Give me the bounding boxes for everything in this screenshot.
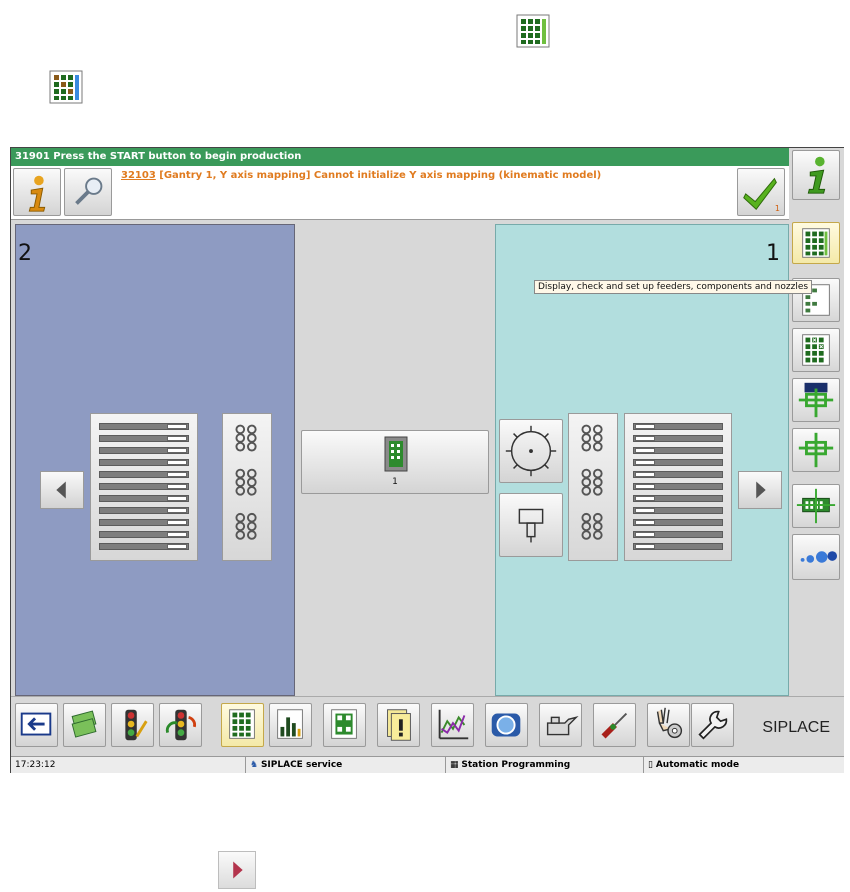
scroll-left-button[interactable]	[40, 471, 84, 509]
footer-status-bar: 17:23:12 ♞ SIPLACE service ▦ Station Pro…	[11, 756, 844, 773]
info-icon	[28, 175, 46, 212]
user-field[interactable]: ♞ SIPLACE service	[245, 757, 443, 773]
arrow-right-icon	[233, 861, 243, 879]
bar-chart-button[interactable]	[269, 703, 312, 747]
feeder-grid-icon	[229, 709, 255, 739]
status-bar: 31901 Press the START button to begin pr…	[11, 148, 789, 166]
traffic-light-button[interactable]	[111, 703, 154, 747]
right-sidebar	[789, 148, 844, 696]
station-2-panel: 2	[15, 224, 295, 696]
info-icon	[807, 156, 826, 194]
nozzle-changer-icon	[581, 424, 603, 540]
side-info-button[interactable]	[792, 150, 840, 200]
side-pcb-button[interactable]	[792, 484, 840, 528]
arrow-right-icon	[756, 481, 766, 499]
bar-chart-icon	[277, 709, 303, 739]
nozzle-tool-button[interactable]	[499, 493, 563, 557]
pickup-icon	[798, 432, 834, 468]
alert-document-button[interactable]	[377, 703, 420, 747]
mode-icon: ▯	[648, 760, 653, 770]
pcb-board-button[interactable]	[323, 703, 366, 747]
graph-button[interactable]	[431, 703, 474, 747]
nozzle-changer-icon	[235, 424, 257, 540]
nozzle-changer-right[interactable]	[568, 413, 618, 561]
brand-label: SIPLACE	[762, 719, 830, 736]
traffic-light-icon	[125, 709, 148, 741]
message-code-link[interactable]: 32103	[121, 170, 156, 181]
oil-can-icon	[546, 716, 579, 736]
clock: 17:23:12	[15, 760, 56, 770]
station-field[interactable]: ▦ Station Programming	[445, 757, 643, 773]
arrow-left-icon	[56, 481, 66, 499]
message-text[interactable]: 32103 [Gantry 1, Y axis mapping] Cannot …	[121, 170, 601, 181]
settings-hand-button[interactable]	[647, 703, 690, 747]
wrench-icon	[698, 710, 728, 740]
mode-field[interactable]: ▯ Automatic mode	[643, 757, 843, 773]
traffic-light-refresh-button[interactable]	[159, 703, 202, 747]
pcb-icon	[796, 488, 836, 524]
side-pickup-button[interactable]	[792, 428, 840, 472]
revolver-head-icon	[505, 425, 557, 477]
message-area: 32103 [Gantry 1, Y axis mapping] Cannot …	[11, 166, 789, 220]
side-gantry-head-button[interactable]	[792, 378, 840, 422]
side-feeder-setup-button[interactable]	[792, 222, 840, 264]
next-arrow-button[interactable]	[218, 851, 256, 889]
screwdriver-button[interactable]	[593, 703, 636, 747]
nozzle-changer-left[interactable]	[222, 413, 272, 561]
exit-icon	[20, 712, 52, 736]
board-icon	[384, 436, 408, 472]
board-count: 1	[392, 477, 398, 487]
user-icon: ♞	[250, 760, 259, 770]
side-component-check-button[interactable]	[792, 328, 840, 372]
feeder-grid-colored-icon	[49, 70, 83, 104]
search-button[interactable]	[64, 168, 112, 216]
station-number-2: 2	[18, 241, 32, 266]
side-nozzle-button[interactable]	[792, 534, 840, 580]
pcb-board-icon	[331, 709, 357, 739]
component-check-icon	[802, 334, 830, 366]
placement-head-button[interactable]	[499, 419, 563, 483]
feeder-bank-left[interactable]	[90, 413, 198, 561]
settings-hand-icon	[656, 707, 683, 739]
feeder-bank-right[interactable]	[624, 413, 732, 561]
gantry-head-icon	[798, 382, 834, 418]
feeder-grid-button[interactable]	[221, 703, 264, 747]
info-button[interactable]	[13, 168, 61, 216]
camera-icon	[491, 713, 521, 737]
magnifier-icon	[75, 177, 103, 205]
station-1-panel: 1	[495, 224, 789, 696]
camera-button[interactable]	[485, 703, 528, 747]
nozzle-tool-icon	[518, 508, 544, 543]
wrench-button[interactable]	[691, 703, 734, 747]
feeder-setup-icon	[802, 228, 830, 258]
graph-icon	[438, 709, 469, 740]
traffic-light-refresh-icon	[165, 709, 197, 741]
screwdriver-icon	[601, 712, 628, 739]
bottom-toolbar: SIPLACE	[11, 696, 844, 756]
message-body: [Gantry 1, Y axis mapping] Cannot initia…	[155, 170, 602, 181]
feeder-grid-icon	[516, 14, 550, 48]
conveyor-panel: 1	[295, 224, 495, 696]
siplace-window: 31901 Press the START button to begin pr…	[10, 147, 844, 773]
acknowledge-button[interactable]: 1	[737, 168, 785, 216]
tooltip: Display, check and set up feeders, compo…	[534, 280, 813, 294]
scroll-right-button[interactable]	[738, 471, 782, 509]
board-button[interactable]: 1	[301, 430, 489, 494]
oil-can-button[interactable]	[539, 703, 582, 747]
alert-document-icon	[387, 709, 411, 741]
exit-button[interactable]	[15, 703, 58, 747]
money-button[interactable]	[63, 703, 106, 747]
station-number-1: 1	[766, 241, 780, 266]
station-icon: ▦	[450, 760, 459, 770]
nozzle-icon	[800, 551, 838, 563]
money-icon	[71, 710, 97, 738]
ack-count: 1	[774, 204, 780, 213]
